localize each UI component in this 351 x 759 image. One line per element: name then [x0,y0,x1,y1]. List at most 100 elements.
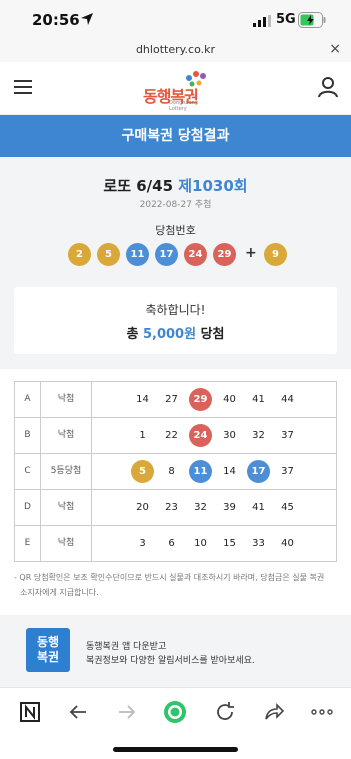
winning-ball: 2 [68,243,91,266]
ticket-number: 27 [165,394,178,405]
more-icon[interactable] [310,700,334,724]
close-icon[interactable]: × [329,41,341,57]
winning-ball: 29 [213,243,236,266]
notice-text: - QR 당첨확인은 보조 확인수단이므로 반드시 실물과 대조하시기 바라며,… [14,570,342,600]
draw-result-section: 로또 6/45 제1030회 2022-08-27 추첨 당첨번호 2 5 11 17… [0,157,351,369]
home-indicator[interactable] [113,747,238,752]
row-status: 낙첨 [41,526,92,561]
reload-icon[interactable] [213,700,237,724]
url-text[interactable]: dhlottery.co.kr [0,43,351,56]
matched-number: 11 [189,460,212,483]
row-letter: B [15,418,41,453]
network-label: 5G [276,12,296,27]
cellular-signal-icon [253,15,271,27]
matched-number: 17 [247,460,270,483]
winning-ball: 5 [97,243,120,266]
app-logo-line-2: 복권 [36,650,60,664]
ticket-number: 20 [136,502,149,513]
back-arrow-icon[interactable] [66,700,90,724]
game-name: 로또 6/45 [103,177,174,195]
donghaeng-lottery-logo[interactable]: 동행복권 Donghaeng Lottery [143,70,209,112]
site-header: 동행복권 Donghaeng Lottery [0,62,351,115]
status-time: 20:56 [32,11,80,29]
winning-ball: 24 [184,243,207,266]
ticket-number: 14 [223,466,236,477]
ticket-number: 40 [223,394,236,405]
ticket-number: 15 [223,538,236,549]
row-letter: D [15,490,41,525]
table-row: A 낙첨 14 27 29 40 41 44 [14,382,337,418]
matched-number: 5 [131,460,154,483]
green-home-icon[interactable] [163,700,187,724]
promo-text-2: 복권정보와 다양한 알림서비스를 받아보세요. [86,656,255,666]
prize-amount: 5,000원 [142,327,197,342]
table-row: C 5등당첨 5 8 11 14 17 37 [14,454,337,490]
row-letter: E [15,526,41,561]
ticket-number: 37 [281,430,294,441]
logo-subtext: Donghaeng Lottery [169,100,198,112]
ticket-number: 41 [252,394,265,405]
bonus-ball: 9 [264,243,287,266]
ticket-number: 6 [168,538,175,549]
row-status: 낙첨 [41,490,92,525]
ticket-number: 37 [281,466,294,477]
forward-arrow-icon[interactable] [115,700,139,724]
ticket-number: 41 [252,502,265,513]
ticket-number: 32 [252,430,265,441]
row-letter: C [15,454,41,489]
row-status: 낙첨 [41,382,92,417]
ticket-number: 40 [281,538,294,549]
page-title: 구매복권 당첨결과 [121,128,230,144]
winning-numbers: 2 5 11 17 24 29 +9 [68,243,288,267]
ticket-number: 33 [252,538,265,549]
winning-ball: 17 [155,243,178,266]
browser-toolbar [0,687,351,737]
ticket-number: 3 [139,538,146,549]
draw-date: 2022-08-27 추첨 [139,200,212,210]
notice-line-2: 소지자에게 지급합니다. [20,588,99,597]
ticket-number: 32 [194,502,207,513]
status-bar: 20:56 5G [0,0,351,40]
url-bar[interactable]: dhlottery.co.kr × [0,40,351,62]
location-arrow-icon [81,13,93,25]
ticket-number: 45 [281,502,294,513]
congrats-text: 축하합니다! [145,303,206,317]
round-number: 제1030회 [178,177,248,195]
row-status: 낙첨 [41,418,92,453]
ticket-results-table: A 낙첨 14 27 29 40 41 44 B 낙첨 1 22 24 30 32 37 C 5등당첨 5 8 11 14… [14,381,337,562]
ticket-number: 1 [139,430,146,441]
notice-line-1: - QR 당첨확인은 보조 확인수단이므로 반드시 실물과 대조하시기 바라며,… [14,573,325,582]
winning-ball: 11 [126,243,149,266]
table-row: D 낙첨 20 23 32 39 41 45 [14,490,337,526]
matched-number: 29 [189,388,212,411]
app-logo[interactable]: 동행 복권 [26,628,70,672]
bonus-plus-sign: + [245,245,257,261]
row-letter: A [15,382,41,417]
ticket-number: 44 [281,394,294,405]
draw-title: 로또 6/45 제1030회 [0,175,351,196]
hamburger-menu-icon[interactable] [14,80,32,94]
table-row: E 낙첨 3 6 10 15 33 40 [14,526,337,562]
ticket-number: 23 [165,502,178,513]
promo-text-1: 동행복권 앱 다운받고 [86,642,167,652]
ticket-number: 39 [223,502,236,513]
page-title-banner: 구매복권 당첨결과 [0,115,351,157]
user-icon[interactable] [317,76,339,98]
share-icon[interactable] [262,700,286,724]
ticket-number: 22 [165,430,178,441]
prize-amount-line: 총 5,000원 당첨 [14,323,337,342]
app-promo-banner[interactable]: 동행 복권 동행복권 앱 다운받고 복권정보와 다양한 알림서비스를 받아보세요… [0,615,351,687]
ticket-number: 8 [168,466,175,477]
table-row: B 낙첨 1 22 24 30 32 37 [14,418,337,454]
prize-box: 축하합니다! 총 5,000원 당첨 [14,287,337,354]
ticket-number: 30 [223,430,236,441]
naver-n-icon[interactable] [18,700,42,724]
app-logo-line-1: 동행 [36,635,60,649]
row-status: 5등당첨 [41,454,92,489]
winning-numbers-label: 당첨번호 [155,224,196,237]
prize-prefix: 총 [126,327,143,342]
ticket-number: 14 [136,394,149,405]
matched-number: 24 [189,424,212,447]
battery-charging-icon [298,12,326,28]
ticket-number: 10 [194,538,207,549]
